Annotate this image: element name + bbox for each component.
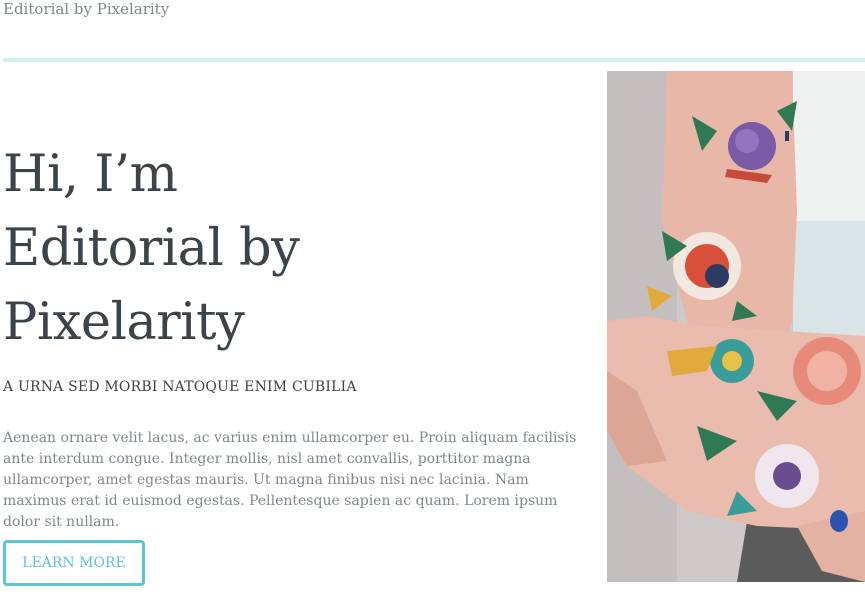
hero-title: Hi, I’m Editorial by Pixelarity bbox=[3, 138, 583, 360]
hero-title-line-1: Hi, I’m bbox=[3, 145, 178, 204]
hero-image bbox=[607, 71, 865, 582]
header-divider bbox=[3, 58, 865, 62]
hero-paragraph: Aenean ornare velit lacus, ac varius eni… bbox=[3, 430, 577, 530]
hero-title-line-3: Pixelarity bbox=[3, 293, 245, 352]
learn-more-button[interactable]: LEARN MORE bbox=[3, 540, 145, 586]
hero-subtitle: A URNA SED MORBI NATOQUE ENIM CUBILIA bbox=[3, 379, 357, 395]
site-header: Editorial by Pixelarity bbox=[0, 0, 865, 64]
tattooed-arm-illustration bbox=[607, 71, 865, 582]
hero-title-line-2: Editorial by bbox=[3, 219, 300, 278]
site-logo[interactable]: Editorial by Pixelarity bbox=[3, 0, 169, 18]
